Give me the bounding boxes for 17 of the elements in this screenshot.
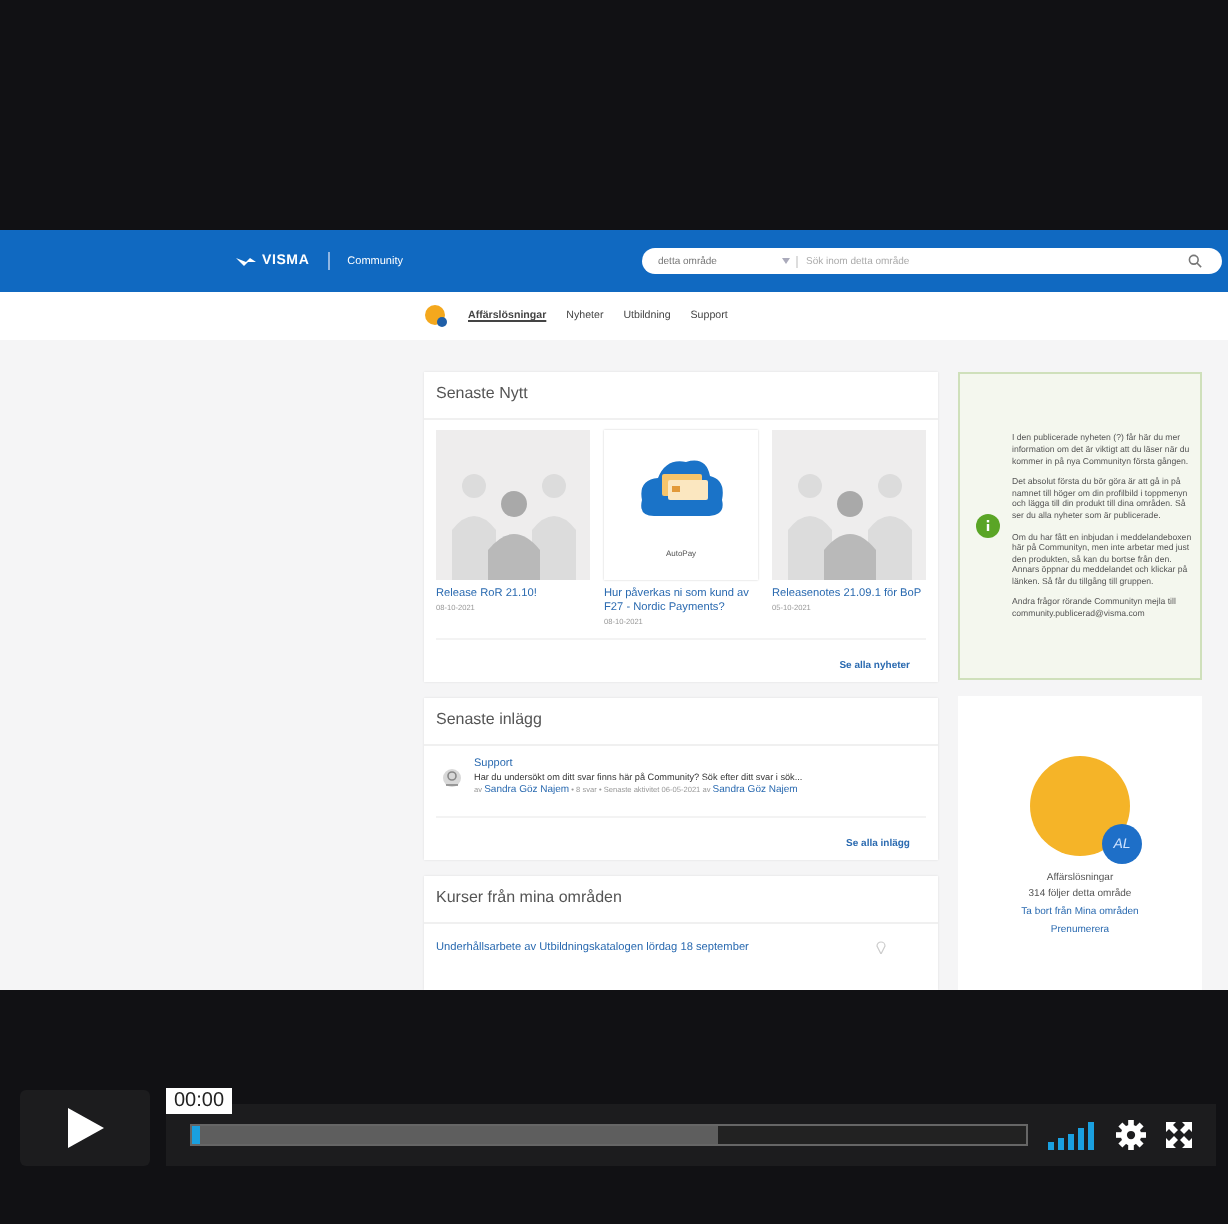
play-button[interactable] — [20, 1090, 150, 1166]
user-icon — [442, 767, 462, 787]
info-icon — [976, 514, 1000, 538]
time-tooltip: 00:00 — [166, 1088, 233, 1114]
card-title: Kurser från mina områden — [424, 888, 938, 924]
pin-icon — [876, 940, 886, 954]
settings-icon[interactable] — [1116, 1120, 1146, 1150]
area-avatar-icon — [424, 304, 448, 328]
play-icon — [67, 1108, 103, 1148]
area-avatar-icon — [1030, 756, 1130, 856]
card-title: Senaste inlägg — [424, 710, 938, 746]
caret-icon — [782, 258, 790, 264]
card-title: Senaste Nytt — [424, 384, 938, 420]
search-icon — [1188, 254, 1202, 268]
bird-logo-icon — [236, 255, 256, 267]
fullscreen-icon[interactable] — [1166, 1122, 1192, 1148]
volume-icon[interactable] — [1048, 1121, 1096, 1149]
